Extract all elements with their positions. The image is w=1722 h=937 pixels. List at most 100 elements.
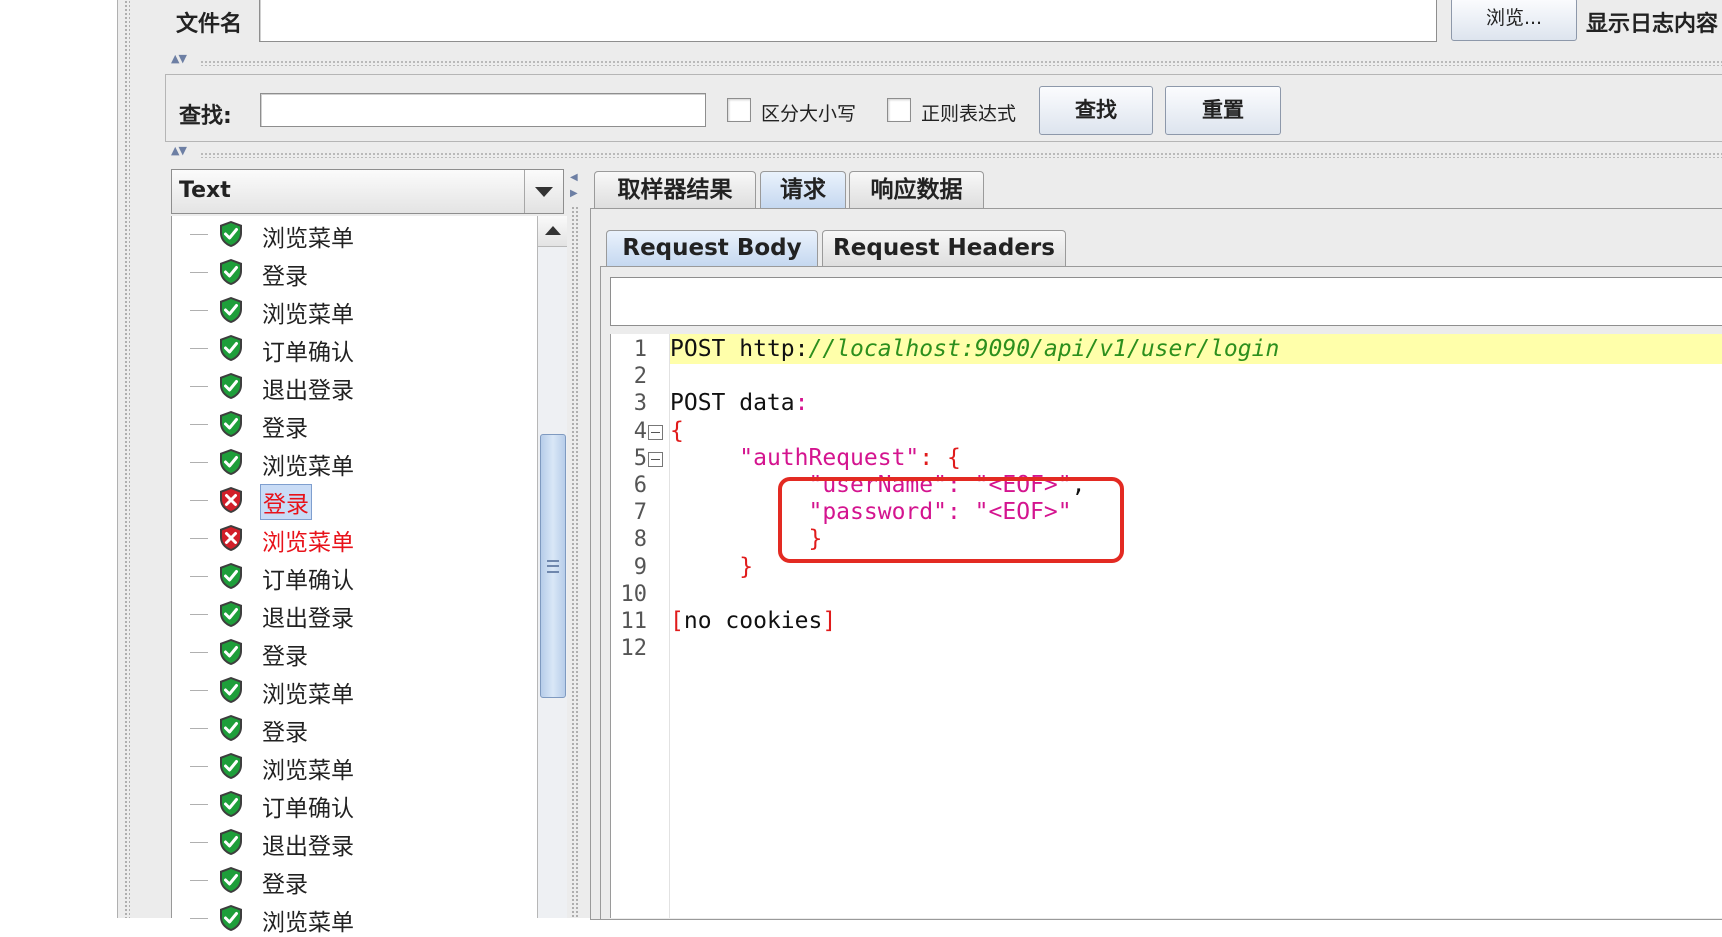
- separator: [200, 60, 1722, 66]
- line-number: 9: [633, 554, 647, 580]
- tree-item-label: 登录: [262, 720, 308, 746]
- code-line-4: {: [670, 417, 684, 444]
- tree-item[interactable]: 订单确认: [172, 558, 532, 594]
- tree-connector: [190, 804, 208, 805]
- tree-item[interactable]: 订单确认: [172, 786, 532, 822]
- tree-item[interactable]: 登录: [172, 482, 532, 520]
- tree-item[interactable]: 浏览菜单: [172, 444, 532, 480]
- line-number: 6: [633, 473, 647, 498]
- split-divider[interactable]: ◀ ▶: [569, 168, 581, 918]
- collapse-arrows-icon[interactable]: ▲▼: [171, 144, 187, 157]
- tab-sampler-result[interactable]: 取样器结果: [594, 171, 756, 208]
- search-label: 查找:: [179, 104, 232, 129]
- collapse-arrows-icon[interactable]: ▲▼: [171, 52, 187, 65]
- search-input[interactable]: [260, 93, 706, 127]
- tree-connector: [190, 386, 208, 387]
- renderer-select[interactable]: Text: [171, 169, 564, 214]
- tree-item[interactable]: 浏览菜单: [172, 292, 532, 328]
- line-number: 5: [633, 445, 647, 471]
- browse-button[interactable]: 浏览...: [1451, 0, 1577, 41]
- success-shield-icon: [218, 258, 244, 286]
- error-shield-icon: [218, 524, 244, 552]
- tree-item[interactable]: 浏览菜单: [172, 748, 532, 784]
- tree-item-label: 退出登录: [262, 834, 354, 860]
- tree-connector: [190, 728, 208, 729]
- tree-connector: [190, 690, 208, 691]
- regex-label: 正则表达式: [921, 103, 1017, 125]
- tree-item-label: 订单确认: [262, 340, 354, 366]
- line-number: 10: [620, 581, 648, 607]
- tree-item[interactable]: 浏览菜单: [172, 672, 532, 708]
- case-sensitive-checkbox[interactable]: [727, 98, 751, 122]
- tab-request-headers[interactable]: Request Headers: [822, 230, 1066, 266]
- tree-item[interactable]: 登录: [172, 254, 532, 290]
- tree-item-label: 浏览菜单: [262, 682, 354, 708]
- reset-button[interactable]: 重置: [1165, 86, 1281, 135]
- tree-connector: [190, 310, 208, 311]
- filename-input[interactable]: [259, 0, 1437, 42]
- success-shield-icon: [218, 220, 244, 248]
- tree-item-label: 登录: [262, 644, 308, 670]
- success-shield-icon: [218, 296, 244, 324]
- tree-item[interactable]: 退出登录: [172, 824, 532, 860]
- error-shield-icon: [218, 486, 244, 514]
- chevron-down-icon: [535, 187, 553, 197]
- tree-item-label: 退出登录: [262, 606, 354, 632]
- tree-item-label: 登录: [260, 484, 312, 520]
- tree-connector: [190, 880, 208, 881]
- regex-checkbox[interactable]: [887, 98, 911, 122]
- tree-scrollbar[interactable]: [537, 216, 567, 918]
- tree-item-label: 订单确认: [262, 568, 354, 594]
- tree-item[interactable]: 登录: [172, 634, 532, 670]
- tree-item[interactable]: 浏览菜单: [172, 520, 532, 556]
- sample-tree: 浏览菜单 登录 浏览菜单 订单确认 退出登录 登录 浏览菜单 登录 浏览菜单 订单确认 退出登录 登录…: [171, 216, 538, 936]
- tree-item[interactable]: 登录: [172, 862, 532, 898]
- tree-connector: [190, 462, 208, 463]
- tree-item-label: 登录: [262, 872, 308, 898]
- scroll-thumb[interactable]: [540, 434, 566, 698]
- tree-item[interactable]: 浏览菜单: [172, 900, 532, 936]
- tab-request-body[interactable]: Request Body: [606, 230, 818, 266]
- tree-connector: [190, 614, 208, 615]
- tree-item-label: 登录: [262, 264, 308, 290]
- success-shield-icon: [218, 752, 244, 780]
- tree-item-label: 浏览菜单: [262, 454, 354, 480]
- tree-item[interactable]: 退出登录: [172, 368, 532, 404]
- tree-item-label: 浏览菜单: [262, 226, 354, 252]
- tab-request[interactable]: 请求: [760, 171, 846, 208]
- tree-connector: [190, 272, 208, 273]
- success-shield-icon: [218, 562, 244, 590]
- tab-response-data[interactable]: 响应数据: [849, 171, 984, 208]
- find-button[interactable]: 查找: [1039, 86, 1153, 135]
- show-log-label: 显示日志内容: [1586, 12, 1719, 37]
- dropdown-arrow[interactable]: [524, 170, 563, 213]
- tree-item[interactable]: 登录: [172, 406, 532, 442]
- left-strip: [117, 0, 139, 918]
- renderer-selected-value: Text: [179, 178, 231, 203]
- line-number: 11: [620, 609, 648, 634]
- tree-item-label: 浏览菜单: [262, 530, 354, 556]
- code-line-5: "authRequest": {: [739, 444, 961, 471]
- tree-item-label: 浏览菜单: [262, 758, 354, 784]
- request-body-editor[interactable]: 1 2 3 4 5 6 7 8 9 10 11 12 POST http://localhost:90…: [610, 334, 1722, 918]
- tree-connector: [190, 576, 208, 577]
- success-shield-icon: [218, 600, 244, 628]
- fold-toggle-icon[interactable]: [648, 424, 663, 440]
- fold-toggle-icon[interactable]: [648, 451, 663, 467]
- tree-connector: [190, 842, 208, 843]
- tree-item[interactable]: 订单确认: [172, 330, 532, 366]
- editor-toolbar: [610, 277, 1722, 326]
- tree-connector: [190, 234, 208, 235]
- tree-item[interactable]: 登录: [172, 710, 532, 746]
- tree-item[interactable]: 浏览菜单: [172, 216, 532, 252]
- line-number: 8: [633, 527, 647, 553]
- tree-item-label: 订单确认: [262, 796, 354, 822]
- split-right-arrow-icon[interactable]: ▶: [570, 188, 578, 199]
- tree-item[interactable]: 退出登录: [172, 596, 532, 632]
- tree-connector: [190, 424, 208, 425]
- tree-connector: [190, 652, 208, 653]
- scroll-up-button[interactable]: [538, 216, 567, 247]
- line-number: 3: [633, 391, 647, 417]
- split-left-arrow-icon[interactable]: ◀: [570, 172, 578, 183]
- tree-connector: [190, 500, 208, 501]
